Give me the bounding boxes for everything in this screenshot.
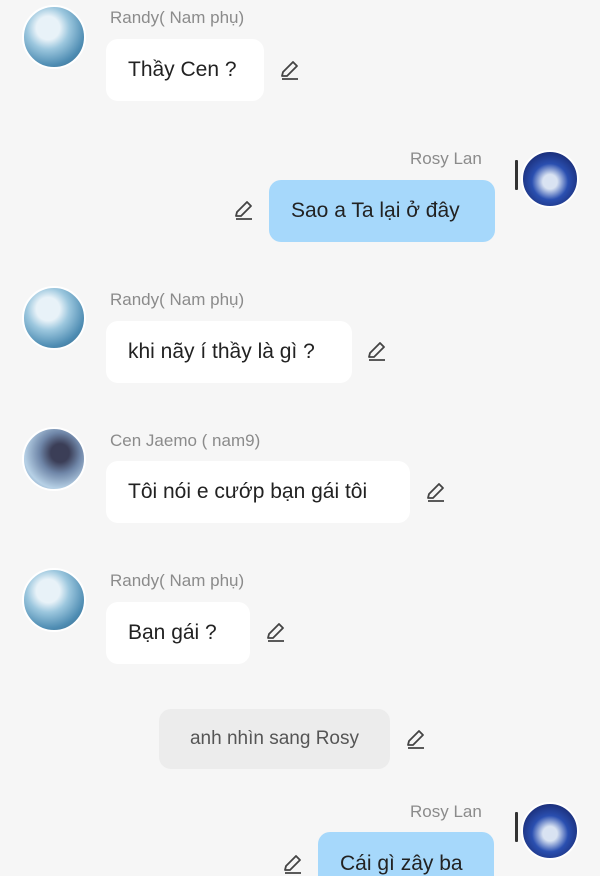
online-indicator [515, 812, 518, 842]
narration-bubble[interactable]: anh nhìn sang Rosy [159, 709, 390, 769]
message-bubble[interactable]: Tôi nói e cướp bạn gái tôi [106, 461, 410, 523]
message-bubble[interactable]: Thầy Cen ? [106, 39, 264, 101]
message-text: Sao a Ta lại ở đây [291, 199, 460, 222]
rosy-avatar [521, 150, 579, 208]
pencil-edit-icon[interactable] [404, 727, 428, 751]
message-text: Bạn gái ? [128, 621, 217, 644]
narration-text: anh nhìn sang Rosy [189, 728, 359, 749]
sender-name: Rosy Lan [410, 802, 482, 821]
randy-avatar [22, 5, 86, 69]
message-bubble[interactable]: Cái gì zây ba [318, 832, 494, 876]
pencil-edit-icon[interactable] [424, 480, 448, 504]
sender-name: Cen Jaemo ( nam9) [110, 431, 261, 450]
message-bubble[interactable]: khi nãy í thầy là gì ? [106, 321, 352, 383]
pencil-edit-icon[interactable] [278, 58, 302, 82]
message-bubble[interactable]: Bạn gái ? [106, 602, 250, 664]
sender-name: Randy( Nam phụ) [110, 571, 245, 590]
randy-avatar [22, 568, 86, 632]
pencil-edit-icon[interactable] [281, 852, 305, 876]
message-text: Cái gì zây ba [340, 852, 463, 875]
message-text: khi nãy í thầy là gì ? [128, 340, 315, 363]
message-text: Thầy Cen ? [128, 58, 237, 81]
pencil-edit-icon[interactable] [264, 620, 288, 644]
randy-avatar [22, 286, 86, 350]
sender-name: Rosy Lan [410, 149, 482, 168]
pencil-edit-icon[interactable] [365, 339, 389, 363]
message-bubble[interactable]: Sao a Ta lại ở đây [269, 180, 495, 242]
sender-name: Randy( Nam phụ) [110, 290, 245, 309]
pencil-edit-icon[interactable] [232, 198, 256, 222]
cen-avatar [22, 427, 86, 491]
rosy-avatar [521, 802, 579, 860]
online-indicator [515, 160, 518, 190]
sender-name: Randy( Nam phụ) [110, 8, 245, 27]
message-text: Tôi nói e cướp bạn gái tôi [128, 480, 368, 503]
